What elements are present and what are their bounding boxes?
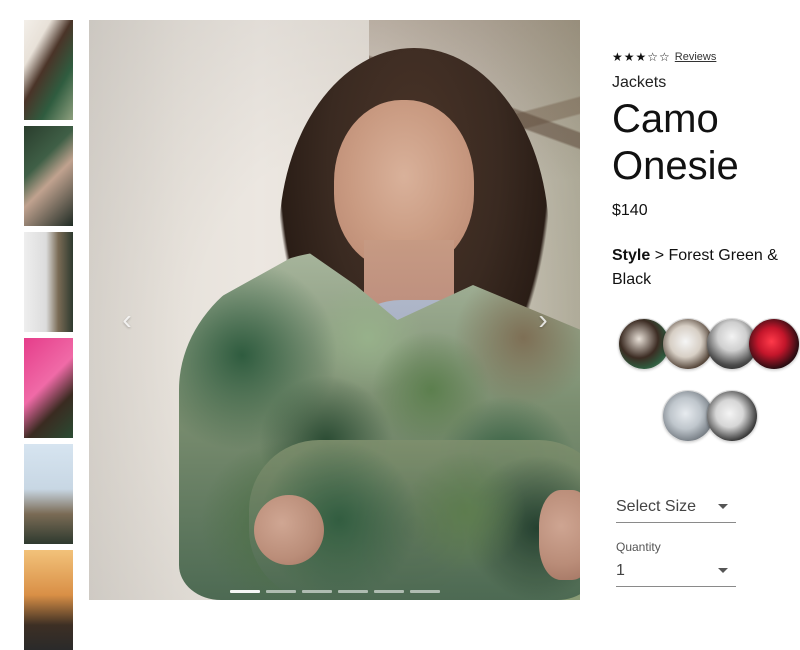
carousel-indicator[interactable] <box>230 590 260 593</box>
carousel-indicator[interactable] <box>410 590 440 593</box>
carousel-indicator[interactable] <box>266 590 296 593</box>
thumbnail-2[interactable] <box>24 126 73 226</box>
style-label: Style <box>612 247 651 265</box>
size-select-value: Select Size <box>616 498 697 515</box>
quantity-select[interactable]: 1 <box>616 558 736 587</box>
thumbnail-5[interactable] <box>24 444 73 544</box>
product-category: Jackets <box>612 74 667 91</box>
product-price: $140 <box>612 202 648 220</box>
hand-left <box>254 495 324 565</box>
thumbnail-1[interactable] <box>24 20 73 120</box>
size-select[interactable]: Select Size <box>616 494 736 523</box>
style-line: Style > Forest Green & Black <box>612 244 792 292</box>
thumbnail-4[interactable] <box>24 338 73 438</box>
carousel-prev-icon[interactable]: ‹ <box>116 306 138 334</box>
swatch-6[interactable] <box>706 390 758 442</box>
style-separator: > <box>654 247 665 265</box>
chevron-down-icon <box>718 568 728 573</box>
product-title-line-2: Onesie <box>612 144 739 189</box>
product-title-line-1: Camo <box>612 97 719 141</box>
main-product-image <box>89 20 580 600</box>
thumbnail-3[interactable] <box>24 232 73 332</box>
product-details: ★★★☆☆ Reviews Jackets Camo Onesie $140 S… <box>612 50 792 292</box>
carousel-next-icon[interactable]: › <box>532 306 554 334</box>
swatch-4[interactable] <box>748 318 800 370</box>
style-swatches <box>618 318 800 458</box>
hand-right <box>539 490 580 580</box>
thumbnail-6[interactable] <box>24 550 73 650</box>
quantity-select-value: 1 <box>616 562 625 579</box>
chevron-down-icon <box>718 504 728 509</box>
carousel-indicator[interactable] <box>302 590 332 593</box>
reviews-link[interactable]: Reviews <box>675 51 717 63</box>
carousel-indicator[interactable] <box>374 590 404 593</box>
product-title: Camo Onesie <box>612 96 792 190</box>
carousel-indicators <box>230 590 440 594</box>
star-rating-icons: ★★★☆☆ <box>612 50 671 64</box>
carousel-indicator[interactable] <box>338 590 368 593</box>
quantity-label: Quantity <box>616 540 661 554</box>
rating: ★★★☆☆ Reviews <box>612 50 792 64</box>
